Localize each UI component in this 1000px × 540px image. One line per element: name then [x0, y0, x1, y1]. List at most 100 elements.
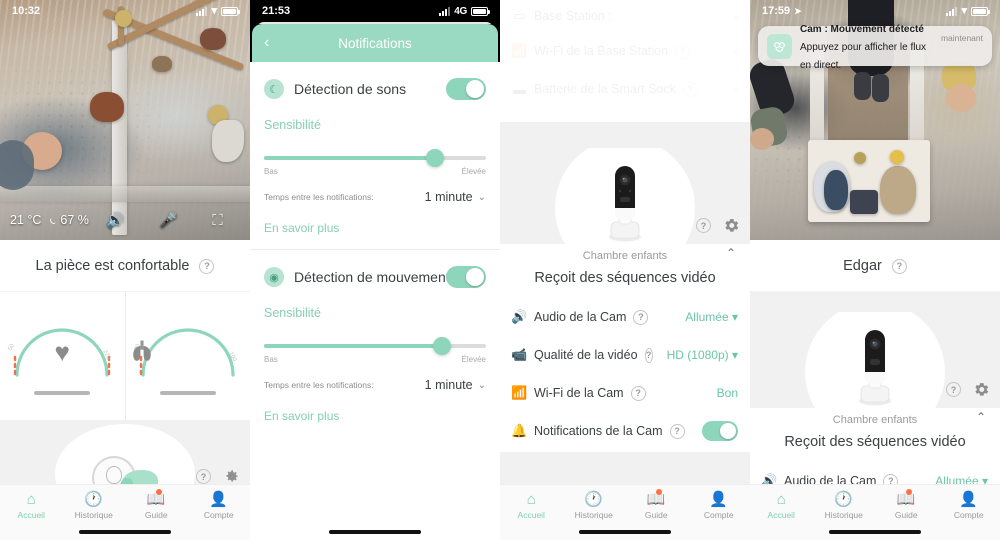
- chevron-down-icon: ⌄: [477, 191, 486, 203]
- humidity-readout: 67 %: [48, 213, 89, 227]
- sound-detection-section: ☾ Détection de sons Sensibilité Bas Élev…: [250, 62, 500, 249]
- motion-interval-row[interactable]: Temps entre les notifications: 1 minute …: [264, 378, 486, 392]
- row-base-station[interactable]: ▭ Base Station : -: [500, 0, 750, 32]
- heart-rate-gauge[interactable]: 50 220 ♥: [0, 292, 125, 420]
- nav-bar-notifications: ‹ Notifications: [252, 24, 498, 62]
- home-indicator: [79, 530, 171, 534]
- question-icon[interactable]: ?: [630, 385, 646, 401]
- motion-detection-toggle[interactable]: [446, 266, 486, 288]
- video-controls-bar[interactable]: 21 °C 67 % 🔊 🎤 ⛶: [0, 200, 250, 240]
- notification-badge: [655, 489, 662, 495]
- video-quality-value[interactable]: HD (1080p) ▾: [667, 348, 738, 362]
- question-icon[interactable]: ?: [633, 309, 649, 325]
- camera-name-row: Chambre enfants ⌃: [500, 244, 750, 262]
- plush-toy: [200, 28, 226, 50]
- nav-item-accueil[interactable]: ⌂ Accueil: [750, 492, 813, 520]
- row-video-quality[interactable]: 📹 Qualité de la vidéo ? HD (1080p) ▾: [500, 336, 750, 374]
- camera-name-row: Chambre enfants ⌃: [750, 408, 1000, 426]
- back-button[interactable]: ‹: [264, 34, 269, 52]
- camera-name: Chambre enfants: [832, 414, 918, 426]
- microphone-icon[interactable]: 🎤: [159, 213, 178, 228]
- nav-item-historique[interactable]: 🕐 Historique: [563, 492, 626, 520]
- home-icon: ⌂: [26, 491, 36, 508]
- motion-sensitivity-slider[interactable]: [264, 337, 486, 355]
- question-icon[interactable]: ?: [196, 469, 211, 484]
- camera-wifi-value: Bon: [716, 386, 738, 400]
- panel-notification-banner: 17:59 ➤ ▾ Cam : Mouvement détecté Appuye…: [750, 0, 1000, 540]
- base-station-icon: ▭: [513, 8, 526, 23]
- sound-sensitivity-slider[interactable]: [264, 149, 486, 167]
- sound-learn-more-link[interactable]: En savoir plus: [264, 221, 486, 235]
- oxygen-gauge[interactable]: 80 100: [124, 292, 251, 420]
- interval-label: Temps entre les notifications:: [264, 192, 374, 202]
- person-icon: 👤: [959, 491, 979, 508]
- battery-icon: [221, 6, 240, 16]
- push-notification-banner[interactable]: Cam : Mouvement détecté Appuyez pour aff…: [758, 24, 992, 71]
- status-time: 17:59: [762, 5, 791, 17]
- chevron-up-icon[interactable]: ⌃: [976, 410, 986, 424]
- question-icon[interactable]: ?: [199, 257, 215, 274]
- question-icon[interactable]: ?: [675, 43, 691, 59]
- interval-dropdown[interactable]: 1 minute ⌄: [425, 378, 486, 392]
- nav-item-accueil[interactable]: ⌂ Accueil: [500, 492, 563, 520]
- nav-item-historique[interactable]: 🕐 Historique: [813, 492, 876, 520]
- question-icon[interactable]: ?: [644, 347, 653, 363]
- speaker-icon[interactable]: 🔊: [106, 213, 125, 228]
- interval-dropdown[interactable]: 1 minute ⌄: [425, 190, 486, 204]
- question-icon[interactable]: ?: [946, 382, 961, 397]
- row-camera-audio[interactable]: 🔊 Audio de la Cam ? Allumée ▾: [500, 298, 750, 336]
- notification-badge: [905, 489, 912, 495]
- sound-detection-toggle[interactable]: [446, 78, 486, 100]
- nav-item-guide[interactable]: 📖 Guide: [625, 489, 688, 520]
- sound-sensitivity-label: Sensibilité: [264, 118, 321, 132]
- sound-interval-row[interactable]: Temps entre les notifications: 1 minute …: [264, 190, 486, 204]
- faded-top-rows: ▭ Base Station : - 📶 Wi-Fi de la Base St…: [500, 0, 750, 108]
- question-icon[interactable]: ?: [696, 218, 711, 233]
- nav-item-guide[interactable]: 📖 Guide: [875, 489, 938, 520]
- clock-icon: 🕐: [584, 491, 604, 508]
- row-camera-notifications[interactable]: 🔔 Notifications de la Cam ?: [500, 412, 750, 450]
- status-icons: 4G: [439, 6, 490, 17]
- baby-body: [0, 140, 34, 190]
- wifi-icon: 📶: [511, 43, 528, 58]
- slider-min-label: Bas: [264, 355, 278, 364]
- panel-home-monitor: 10:32 ▾ 21 °C 67 % 🔊 🎤 ⛶ La pièce est co…: [0, 0, 250, 540]
- nav-item-compte[interactable]: 👤 Compte: [688, 492, 751, 520]
- child-name-row[interactable]: Edgar ?: [750, 240, 1000, 292]
- nav-item-historique[interactable]: 🕐 Historique: [63, 492, 126, 520]
- row-smart-sock-battery[interactable]: ▬ Batterie de la Smart Sock ? -: [500, 70, 750, 108]
- question-icon[interactable]: ?: [682, 81, 698, 97]
- banner-timestamp: maintenant: [940, 33, 983, 43]
- clock-icon: 🕐: [84, 491, 104, 508]
- chevron-up-icon[interactable]: ⌃: [726, 246, 736, 260]
- plush-toy: [152, 56, 172, 72]
- row-base-station-wifi[interactable]: 📶 Wi-Fi de la Base Station ? -: [500, 32, 750, 70]
- screenshot-strip: 10:32 ▾ 21 °C 67 % 🔊 🎤 ⛶ La pièce est co…: [0, 0, 1000, 540]
- gear-icon[interactable]: [973, 381, 990, 398]
- live-video-feed[interactable]: 17:59 ➤ ▾ Cam : Mouvement détecté Appuye…: [750, 0, 1000, 240]
- fullscreen-icon[interactable]: ⛶: [212, 213, 223, 228]
- camera-card-actions: ?: [946, 381, 990, 398]
- camera-notifications-toggle[interactable]: [702, 421, 738, 441]
- nav-item-compte[interactable]: 👤 Compte: [188, 492, 251, 520]
- plush-blanket: [212, 120, 244, 162]
- lungs-icon: [132, 340, 151, 361]
- page-title: Notifications: [338, 35, 412, 51]
- camera-audio-value[interactable]: Allumée ▾: [685, 310, 738, 324]
- row-camera-wifi[interactable]: 📶 Wi-Fi de la Cam ? Bon: [500, 374, 750, 412]
- bell-icon: 🔔: [511, 423, 528, 438]
- signal-bars-icon: [439, 6, 451, 16]
- room-status-row[interactable]: La pièce est confortable ?: [0, 240, 250, 292]
- motion-learn-more-link[interactable]: En savoir plus: [264, 409, 486, 423]
- question-icon[interactable]: ?: [669, 423, 685, 439]
- camera-status-text: Reçoit des séquences vidéo: [534, 270, 716, 286]
- question-icon[interactable]: ?: [891, 257, 907, 274]
- nav-item-accueil[interactable]: ⌂ Accueil: [0, 492, 63, 520]
- sound-detection-icon: ☾: [264, 79, 284, 99]
- gear-icon[interactable]: [723, 217, 740, 234]
- nav-item-compte[interactable]: 👤 Compte: [938, 492, 1000, 520]
- live-video-feed[interactable]: 10:32 ▾ 21 °C 67 % 🔊 🎤 ⛶: [0, 0, 250, 240]
- status-bar-panel2: 21:53 4G: [250, 0, 500, 22]
- nav-item-guide[interactable]: 📖 Guide: [125, 489, 188, 520]
- gear-icon[interactable]: [223, 468, 240, 485]
